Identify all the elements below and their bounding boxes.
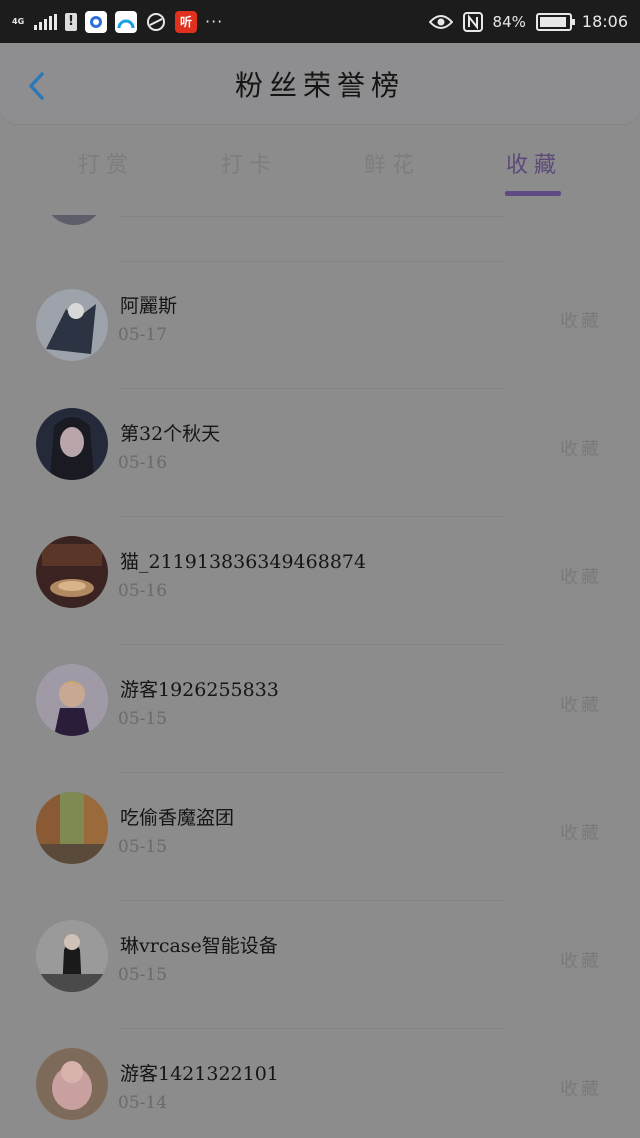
chevron-left-icon bbox=[29, 72, 44, 100]
username: 游客1421322101 bbox=[120, 1063, 279, 1085]
username: 第32个秋天 bbox=[120, 423, 221, 445]
username: 猫_211913836349468874 bbox=[120, 551, 367, 573]
avatar bbox=[36, 664, 108, 736]
avatar bbox=[44, 215, 104, 225]
app-icon-baidu bbox=[85, 10, 107, 33]
list-item[interactable]: 游客1926255833 05-15 收藏 bbox=[0, 645, 640, 773]
avatar bbox=[36, 792, 108, 864]
avatar bbox=[36, 1048, 108, 1120]
username: 琳vrcase智能设备 bbox=[120, 935, 278, 957]
page-title: 粉丝荣誉榜 bbox=[234, 68, 405, 102]
username: 阿麗斯 bbox=[120, 295, 178, 317]
avatar bbox=[36, 920, 108, 992]
date: 05-17 bbox=[118, 325, 168, 345]
fan-list: 阿麗斯 05-17 收藏 第32个秋天 05-16 收藏 猫_211913836… bbox=[0, 215, 640, 1138]
list-item[interactable]: 吃偷香魔盗团 05-15 收藏 bbox=[0, 773, 640, 901]
clock: 18:06 bbox=[581, 12, 628, 31]
tab-daka[interactable]: 打卡 bbox=[199, 147, 299, 179]
username: 游客1926255833 bbox=[120, 679, 279, 701]
date: 05-14 bbox=[118, 1093, 168, 1113]
favorite-label: 收藏 bbox=[560, 1079, 602, 1100]
eye-icon bbox=[428, 14, 453, 29]
tab-shoucang[interactable]: 收藏 bbox=[484, 147, 584, 179]
date: 05-16 bbox=[118, 453, 168, 473]
signal-icon bbox=[34, 13, 57, 30]
back-button[interactable] bbox=[22, 71, 50, 101]
avatar bbox=[36, 408, 108, 480]
date: 05-16 bbox=[118, 581, 168, 601]
list-item[interactable]: 阿麗斯 05-17 收藏 bbox=[0, 261, 640, 389]
battery-percent: 84% bbox=[492, 12, 526, 31]
list-item[interactable]: 第32个秋天 05-16 收藏 bbox=[0, 389, 640, 517]
list-item[interactable]: 猫_211913836349468874 05-16 收藏 bbox=[0, 517, 640, 645]
divider bbox=[120, 216, 505, 217]
favorite-label: 收藏 bbox=[560, 439, 602, 460]
nfc-icon bbox=[462, 11, 483, 32]
tab-bar: 打赏 打卡 鲜花 收藏 bbox=[0, 125, 640, 215]
date: 05-15 bbox=[118, 837, 168, 857]
tab-dashang[interactable]: 打赏 bbox=[56, 147, 156, 179]
date: 05-15 bbox=[118, 709, 168, 729]
avatar bbox=[36, 536, 108, 608]
favorite-label: 收藏 bbox=[560, 567, 602, 588]
username: 吃偷香魔盗团 bbox=[120, 807, 235, 829]
active-tab-indicator bbox=[505, 191, 561, 196]
more-notifications-icon: ··· bbox=[205, 12, 224, 31]
header-bar: 粉丝荣誉榜 bbox=[0, 43, 640, 125]
status-bar: 4G ! 听 ··· 84% 18:06 bbox=[0, 0, 640, 43]
avatar bbox=[36, 289, 108, 361]
battery-icon bbox=[535, 12, 575, 31]
favorite-label: 收藏 bbox=[560, 695, 602, 716]
date: 05-15 bbox=[118, 965, 168, 985]
network-type: 4G bbox=[12, 16, 25, 26]
favorite-label: 收藏 bbox=[560, 823, 602, 844]
list-item[interactable]: 琳vrcase智能设备 05-15 收藏 bbox=[0, 901, 640, 1029]
app-icon-globe bbox=[145, 11, 167, 33]
favorite-label: 收藏 bbox=[560, 951, 602, 972]
app-icon-arc bbox=[115, 10, 137, 33]
favorite-label: 收藏 bbox=[560, 311, 602, 332]
warning-icon: ! bbox=[65, 12, 77, 31]
list-item[interactable]: 游客1421322101 05-14 收藏 bbox=[0, 1029, 640, 1138]
app-icon-ting: 听 bbox=[175, 10, 197, 33]
tab-xianhua[interactable]: 鲜花 bbox=[342, 147, 442, 179]
